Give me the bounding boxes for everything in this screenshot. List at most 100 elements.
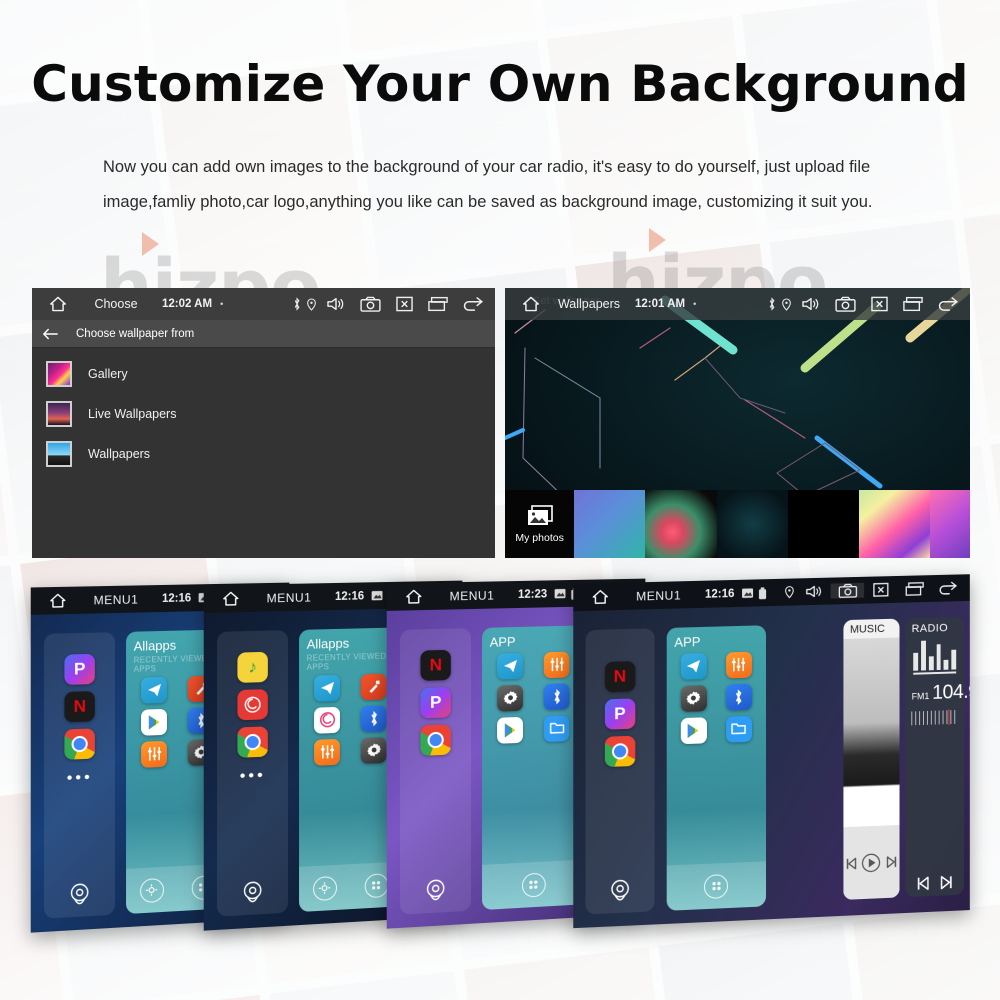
app-icon-pandora[interactable]: P [420,686,451,718]
app-icon-netflix[interactable]: N [420,649,451,681]
home-icon[interactable] [37,593,78,609]
app-card-footer [481,859,585,911]
back-icon[interactable] [931,581,964,596]
back-icon[interactable] [930,296,964,312]
app-icon-music[interactable]: ♪ [237,651,268,683]
my-photos-button[interactable]: My photos [505,490,574,558]
recents-icon[interactable] [896,296,930,312]
wallpaper-thumbnail[interactable] [574,490,646,558]
settings-shortcut-icon[interactable] [312,875,337,902]
wallpaper-thumbnail[interactable] [645,490,717,558]
app-icon-equalizer[interactable] [314,738,341,766]
navigation-pin-icon[interactable] [608,878,632,907]
location-icon[interactable] [782,585,797,599]
app-icon-equalizer[interactable] [725,651,752,679]
home-icon[interactable] [393,589,434,605]
camera-icon[interactable] [830,582,865,599]
app-icon-chrome[interactable] [420,723,451,756]
list-item[interactable]: Live Wallpapers [32,394,495,434]
app-icon-bluetooth[interactable] [360,705,387,732]
app-icon-chrome[interactable] [237,725,268,758]
home-icon[interactable] [38,296,78,312]
app-icon-files[interactable] [725,715,752,743]
more-apps-indicator[interactable]: ••• [240,766,266,784]
back-arrow-icon[interactable] [42,328,58,340]
previous-track-icon[interactable] [845,857,857,869]
close-box-icon[interactable] [864,582,897,598]
settings-shortcut-icon[interactable] [139,877,164,904]
radio-tuning-scale[interactable] [911,708,959,725]
recents-icon[interactable] [421,296,455,312]
location-icon[interactable] [779,297,794,311]
app-icon-play-store[interactable] [141,708,168,736]
all-apps-shortcut-icon[interactable] [364,873,388,899]
radio-previous-icon[interactable] [916,877,930,891]
music-widget[interactable]: MUSIC [843,618,900,901]
app-icon-bluetooth[interactable] [543,683,570,710]
clock: 12:16 [335,589,365,603]
app-icon-aux[interactable] [360,673,387,700]
home-icon[interactable] [579,589,620,605]
wallpaper-thumbnail[interactable] [930,490,970,558]
app-icon-bluetooth[interactable] [725,683,752,711]
app-icon-chrome[interactable] [604,735,636,767]
volume-icon[interactable] [319,296,353,312]
bluetooth-icon[interactable] [289,297,304,311]
list-item[interactable]: Gallery [32,354,495,394]
all-apps-shortcut-icon[interactable] [704,873,729,900]
navigation-pin-icon[interactable] [424,878,448,908]
back-icon[interactable] [455,296,489,312]
recents-icon[interactable] [898,581,931,597]
wallpaper-thumbnail[interactable] [716,490,788,558]
close-box-icon[interactable] [387,296,421,312]
app-grid [307,673,394,766]
app-icon-pandora[interactable]: P [64,653,95,685]
volume-icon[interactable] [797,584,831,600]
radio-next-icon[interactable] [940,876,954,890]
sd-card-icon [740,587,755,598]
app-icon-telegram[interactable] [680,652,707,680]
navigation-pin-icon[interactable] [68,882,92,912]
turntable-artwork [843,637,900,828]
close-box-icon[interactable] [862,296,896,312]
app-icon-telegram[interactable] [141,676,168,704]
home-icon[interactable] [210,591,251,607]
device-body: N P APP [573,600,970,929]
app-icon-settings[interactable] [360,736,387,764]
navigation-pin-icon[interactable] [241,880,265,910]
all-apps-shortcut-icon[interactable] [521,872,546,898]
camera-icon[interactable] [828,296,862,312]
app-icon-pandora[interactable]: P [604,697,636,730]
app-icon-telegram[interactable] [497,652,524,680]
wallpaper-thumbnail[interactable] [859,490,931,558]
live-wallpaper-thumb-icon [46,401,72,427]
volume-icon[interactable] [794,296,828,312]
location-icon[interactable] [304,297,319,311]
status-bar: Choose 12:02 AM • [32,288,495,320]
app-icon-settings[interactable] [497,684,524,712]
radio-widget[interactable]: RADIO FM1 104.90 [905,616,970,898]
app-icon-chrome[interactable] [64,727,95,760]
app-icon-play-store[interactable] [497,716,524,744]
app-icon-equalizer[interactable] [543,651,570,678]
app-icon-files[interactable] [543,714,570,742]
more-apps-indicator[interactable]: ••• [67,768,93,786]
app-icon-settings[interactable] [680,684,707,712]
header: Customize Your Own Background [0,58,1000,111]
app-icon-netflix[interactable]: N [604,660,636,692]
home-icon[interactable] [511,296,551,312]
app-icon-netease-music[interactable] [237,688,268,720]
app-icon-equalizer[interactable] [141,740,168,768]
intro-paragraph: Now you can add own images to the backgr… [103,158,873,211]
play-button-icon[interactable] [862,852,882,873]
app-icon-telegram[interactable] [314,674,341,702]
camera-icon[interactable] [353,296,387,312]
app-icon-play-store[interactable] [680,716,707,744]
screen-title: MENU1 [636,587,682,604]
next-track-icon[interactable] [886,856,898,868]
bluetooth-icon[interactable] [764,297,779,311]
wallpaper-thumbnail[interactable] [787,490,860,558]
app-icon-netflix[interactable]: N [64,690,95,722]
list-item[interactable]: Wallpapers [32,434,495,474]
app-icon-netease[interactable] [314,706,341,734]
